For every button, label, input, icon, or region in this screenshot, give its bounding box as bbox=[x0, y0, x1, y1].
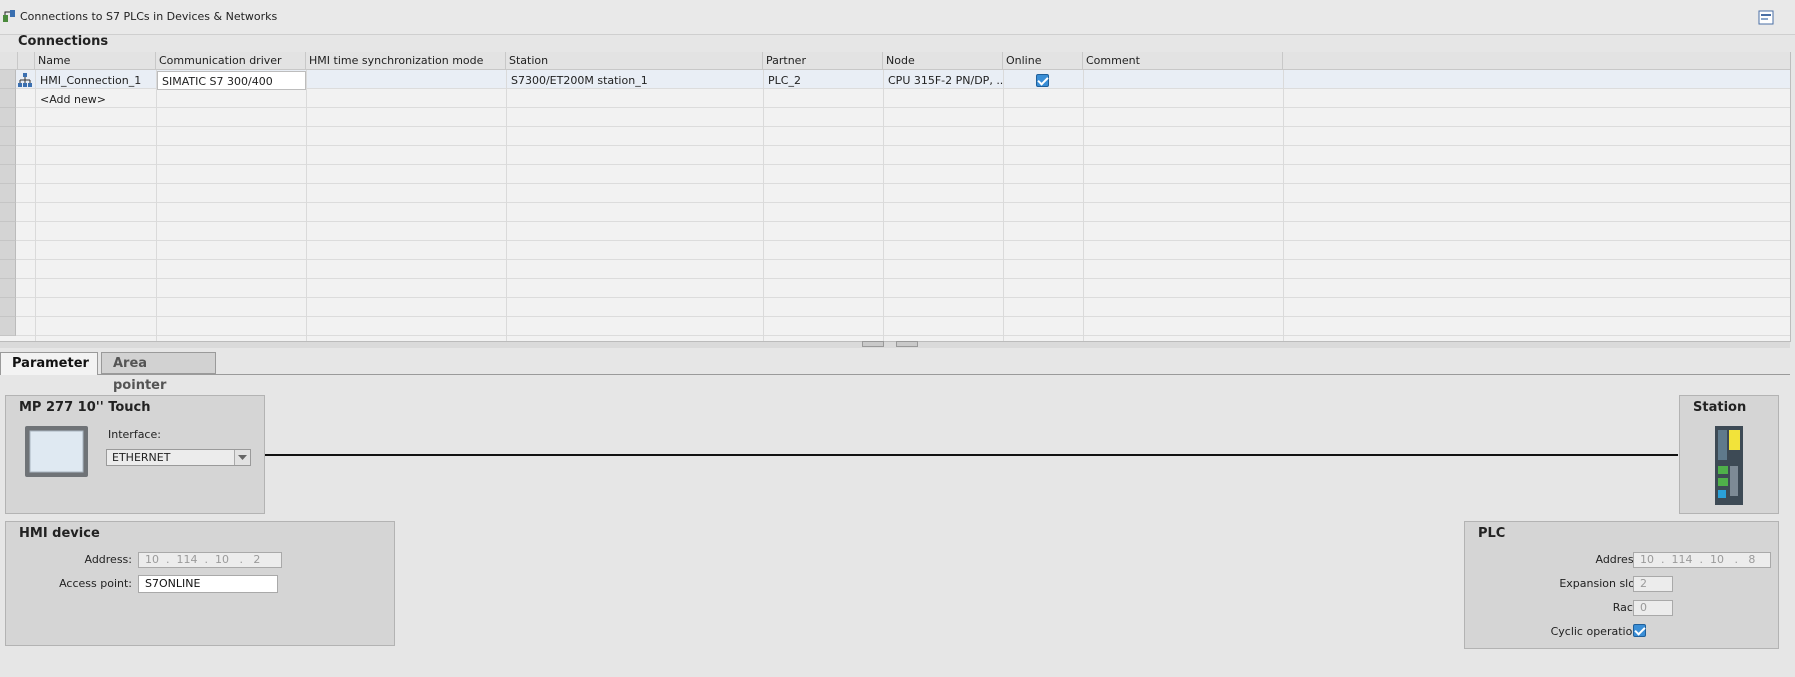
table-row[interactable] bbox=[0, 146, 1790, 165]
splitter[interactable] bbox=[0, 341, 1790, 348]
table-row[interactable] bbox=[0, 89, 1790, 108]
cyclic-operation-label: Cyclic operation: bbox=[1550, 625, 1643, 638]
hmi-address-field: 10 . 114 . 10 . 2 bbox=[138, 552, 282, 568]
row-selector[interactable] bbox=[0, 108, 16, 127]
device-panel: MP 277 10'' Touch Interface: ETHERNET bbox=[5, 395, 265, 514]
column-header-sync-mode[interactable]: HMI time synchronization mode bbox=[306, 52, 506, 70]
table-row[interactable] bbox=[0, 279, 1790, 298]
table-row[interactable] bbox=[0, 298, 1790, 317]
interface-value: ETHERNET bbox=[112, 451, 171, 464]
interface-select[interactable]: ETHERNET bbox=[106, 449, 251, 466]
table-row[interactable] bbox=[0, 108, 1790, 127]
plc-title: PLC bbox=[1478, 526, 1506, 541]
row-selector[interactable] bbox=[0, 317, 16, 336]
access-point-label: Access point: bbox=[59, 577, 132, 590]
cell-station[interactable]: S7300/ET200M station_1 bbox=[507, 71, 763, 90]
cell-comment[interactable] bbox=[1084, 71, 1283, 90]
table-row[interactable] bbox=[0, 260, 1790, 279]
column-header-station[interactable]: Station bbox=[506, 52, 763, 70]
expansion-slot-label: Expansion slot: bbox=[1559, 577, 1643, 590]
row-selector[interactable] bbox=[0, 241, 16, 260]
row-selector[interactable] bbox=[0, 165, 16, 184]
network-icon bbox=[18, 73, 32, 87]
plc-address-field: 10 . 114 . 10 . 8 bbox=[1633, 552, 1771, 568]
table-row[interactable] bbox=[0, 165, 1790, 184]
table-row[interactable] bbox=[0, 317, 1790, 336]
tab-area-pointer[interactable]: Area pointer bbox=[101, 352, 216, 393]
row-selector[interactable] bbox=[0, 260, 16, 279]
column-header-comment[interactable]: Comment bbox=[1083, 52, 1283, 70]
table-row[interactable] bbox=[0, 241, 1790, 260]
add-new-row[interactable]: <Add new> bbox=[36, 90, 156, 109]
row-selector[interactable] bbox=[0, 127, 16, 146]
column-header-driver[interactable]: Communication driver bbox=[156, 52, 306, 70]
online-checkbox[interactable] bbox=[1036, 74, 1049, 87]
row-selector[interactable] bbox=[0, 298, 16, 317]
rack-label: Rack: bbox=[1612, 601, 1643, 614]
interface-label: Interface: bbox=[108, 428, 161, 441]
window-titlebar: Connections to S7 PLCs in Devices & Netw… bbox=[0, 0, 1795, 35]
window-title: Connections to S7 PLCs in Devices & Netw… bbox=[20, 10, 278, 23]
column-header-name[interactable]: Name bbox=[35, 52, 156, 70]
plc-panel: PLC Address: 10 . 114 . 10 . 8 Expansion… bbox=[1464, 521, 1779, 649]
connections-table: Name Communication driver HMI time synch… bbox=[0, 52, 1791, 342]
expansion-slot-field: 2 bbox=[1633, 576, 1673, 592]
row-selector[interactable] bbox=[0, 70, 16, 89]
splitter-up-button[interactable] bbox=[862, 341, 884, 347]
column-header-online[interactable]: Online bbox=[1003, 52, 1083, 70]
table-row[interactable] bbox=[0, 127, 1790, 146]
header-icon-col bbox=[18, 52, 35, 70]
cell-driver[interactable]: SIMATIC S7 300/400 bbox=[157, 71, 306, 90]
row-selector[interactable] bbox=[0, 203, 16, 222]
tab-parameter[interactable]: Parameter bbox=[0, 352, 98, 375]
plc-address-label: Address: bbox=[1595, 553, 1643, 566]
hmi-panel-icon bbox=[25, 426, 88, 477]
row-selector[interactable] bbox=[0, 279, 16, 298]
column-header-partner[interactable]: Partner bbox=[763, 52, 883, 70]
cell-sync-mode[interactable] bbox=[307, 71, 506, 90]
cell-node[interactable]: CPU 315F-2 PN/DP, ... bbox=[884, 71, 1003, 90]
pin-icon[interactable] bbox=[1758, 10, 1774, 25]
row-selector[interactable] bbox=[0, 184, 16, 203]
connections-icon bbox=[3, 10, 15, 22]
header-filler bbox=[1283, 52, 1790, 70]
row-selector[interactable] bbox=[0, 222, 16, 241]
column-header-node[interactable]: Node bbox=[883, 52, 1003, 70]
header-corner bbox=[0, 52, 18, 70]
dropdown-arrow-icon[interactable] bbox=[234, 450, 250, 465]
table-row[interactable] bbox=[0, 222, 1790, 241]
device-title: MP 277 10'' Touch bbox=[19, 400, 151, 415]
row-selector[interactable] bbox=[0, 89, 16, 108]
hmi-address-label: Address: bbox=[84, 553, 132, 566]
tab-bar: Parameter Area pointer bbox=[0, 350, 1790, 393]
hmi-device-title: HMI device bbox=[19, 526, 100, 541]
section-title: Connections bbox=[18, 34, 109, 49]
hmi-device-panel: HMI device Address: 10 . 114 . 10 . 2 Ac… bbox=[5, 521, 395, 646]
station-title: Station bbox=[1693, 400, 1747, 415]
station-panel: Station bbox=[1679, 395, 1779, 514]
plc-station-icon bbox=[1715, 426, 1743, 505]
rack-field: 0 bbox=[1633, 600, 1673, 616]
cell-name[interactable]: HMI_Connection_1 bbox=[36, 71, 156, 90]
table-row[interactable] bbox=[0, 203, 1790, 222]
access-point-field[interactable]: S7ONLINE bbox=[138, 575, 278, 593]
connection-line bbox=[264, 454, 1678, 456]
cell-partner[interactable]: PLC_2 bbox=[764, 71, 883, 90]
cyclic-operation-checkbox[interactable] bbox=[1633, 624, 1646, 637]
table-row[interactable] bbox=[0, 184, 1790, 203]
splitter-down-button[interactable] bbox=[896, 341, 918, 347]
row-selector[interactable] bbox=[0, 146, 16, 165]
